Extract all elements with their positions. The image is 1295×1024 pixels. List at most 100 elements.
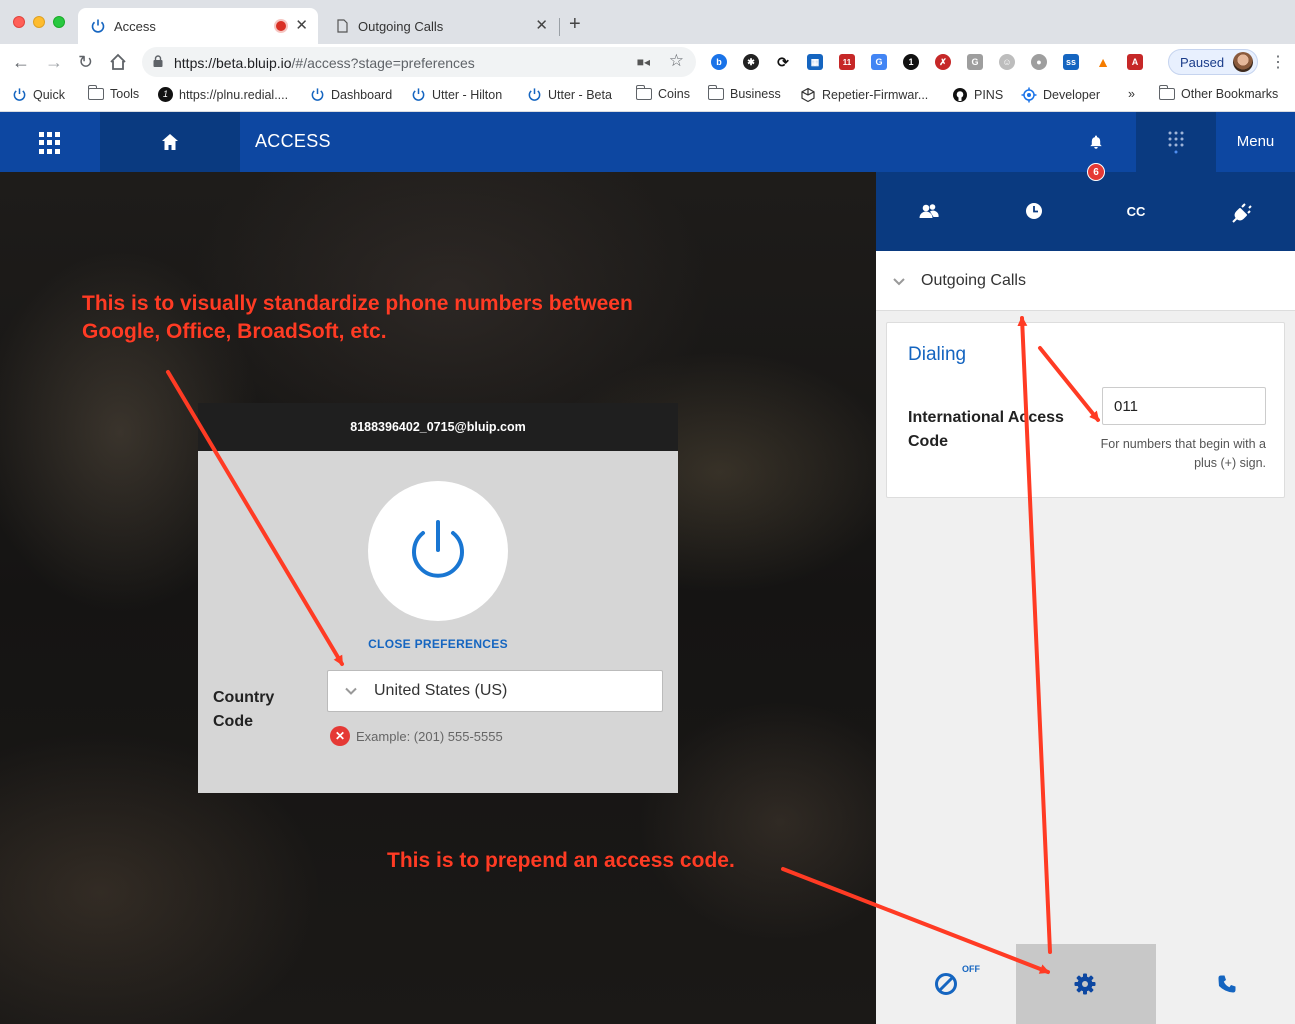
tab-divider [559,18,560,36]
bookmark-tools[interactable]: Tools [87,85,139,101]
bookmark-dashboard[interactable]: Dashboard [310,87,392,102]
close-tab-icon[interactable]: ✕ [295,16,308,34]
number-1-icon: 1 [158,87,173,102]
document-icon [337,19,348,33]
extension-css-icon[interactable]: ss [1063,54,1079,70]
back-arrow-icon[interactable]: ← [12,52,30,72]
bookmarks-bar: Quick Tools 1 https://plnu.redial.... Da… [0,80,1295,112]
outgoing-calls-header[interactable]: Outgoing Calls [876,251,1295,311]
folder-icon [635,85,652,100]
dialing-card: Dialing International Access Code For nu… [886,322,1285,498]
tab-history[interactable] [980,172,1084,251]
more-menu-icon[interactable]: ⋮ [1270,52,1286,72]
phone-format-example: ✕ Example: (201) 555-5555 [330,726,503,746]
bookmark-utter-hilton[interactable]: Utter - Hilton [411,87,502,102]
dnd-state: OFF [962,964,980,974]
bookmark-other-bookmarks[interactable]: Other Bookmarks [1158,85,1278,101]
power-button[interactable] [368,481,508,621]
extension-g-icon[interactable]: G [967,54,983,70]
extension-gear-icon[interactable]: ✱ [743,54,759,70]
bookmark-coins[interactable]: Coins [635,85,690,101]
address-bar[interactable]: https://beta.bluip.io/#/access?stage=pre… [142,47,696,77]
apps-grid-button[interactable] [0,112,100,172]
tab-access[interactable]: Access ✕ [78,8,318,44]
close-window-button[interactable] [13,16,25,28]
grid-icon [39,132,61,154]
extension-circle-icon[interactable]: ● [1031,54,1047,70]
tab-outgoing-calls[interactable]: Outgoing Calls ✕ [322,8,558,44]
extension-badge: 11 [842,58,852,67]
reload-icon[interactable]: ↻ [78,52,93,72]
bookmark-quick[interactable]: Quick [12,87,65,102]
extension-translate-icon[interactable]: G [871,54,887,70]
extension-grid-icon[interactable]: ▦ [807,54,823,70]
gear-icon [1074,973,1096,995]
menu-button[interactable]: Menu [1216,112,1295,172]
bookmarks-overflow-button[interactable]: » [1128,87,1135,101]
home-button[interactable] [100,112,240,172]
dialpad-button[interactable] [1136,112,1216,172]
bookmark-label: Utter - Beta [548,87,612,102]
maximize-window-button[interactable] [53,16,65,28]
overflow-icon: » [1128,87,1135,101]
phone-button[interactable] [1156,944,1295,1024]
bookmark-plnu[interactable]: 1 https://plnu.redial.... [158,87,288,102]
bookmark-star-icon[interactable]: ☆ [669,51,684,71]
tab-integrations[interactable] [1188,172,1292,251]
do-not-disturb-button[interactable]: OFF [876,944,1016,1024]
recording-icon [276,21,286,31]
panel-tab-bar: CC [876,172,1295,251]
tab-cc[interactable]: CC [1084,172,1188,251]
power-icon [528,88,541,101]
extension-sync-icon[interactable]: ⟳ [775,54,791,70]
preferences-card: 8188396402_0715@bluip.com CLOSE PREFEREN… [198,403,678,793]
page-title: ACCESS [255,131,331,151]
bookmark-label: Utter - Hilton [432,87,503,102]
camera-icon[interactable]: ■◂ [637,55,650,69]
bookmark-label: Business [730,87,781,101]
url-path: /#/access?stage=preferences [291,55,475,71]
tab-contacts[interactable] [876,172,980,251]
new-tab-button[interactable]: + [569,14,581,34]
bookmark-pins[interactable]: PINS [952,87,1003,103]
profile-button[interactable]: Paused [1168,49,1258,75]
extension-pdf-icon[interactable]: A [1127,54,1143,70]
settings-button[interactable] [1016,944,1156,1024]
extension-cone-icon[interactable]: ▲ [1095,54,1111,70]
extension-1-icon[interactable]: 1 [903,54,919,70]
home-icon[interactable] [109,53,127,71]
browser-tab-bar: Access ✕ Outgoing Calls ✕ + [0,0,1295,44]
annotation-standardize: This is to visually standardize phone nu… [82,292,633,343]
forward-arrow-icon[interactable]: → [45,52,63,72]
url-text: https://beta.bluip.io/#/access?stage=pre… [174,55,475,71]
bookmark-repetier[interactable]: Repetier-Firmwar... [800,87,928,103]
country-code-select[interactable]: United States (US) [327,670,663,712]
iac-input[interactable] [1102,387,1266,425]
bookmark-label: Repetier-Firmwar... [822,88,929,102]
extension-x-icon[interactable]: ✗ [935,54,951,70]
bookmark-label: Developer [1043,88,1100,102]
close-preferences-link[interactable]: CLOSE PREFERENCES [198,637,678,651]
folder-icon [707,85,724,100]
target-icon [1021,87,1037,103]
bookmark-business[interactable]: Business [707,85,781,101]
section-title: Outgoing Calls [921,272,1026,289]
power-icon [412,520,464,578]
bookmark-utter-beta[interactable]: Utter - Beta [527,87,612,102]
extension-face-icon[interactable]: ☺ [999,54,1015,70]
tab-title: Access [114,19,156,34]
avatar [1233,52,1253,72]
do-not-disturb-icon [935,973,957,995]
bookmark-developer[interactable]: Developer [1021,87,1100,103]
dialing-heading: Dialing [908,344,967,365]
country-code-label: Country Code [213,689,275,730]
chevron-down-icon [893,278,905,286]
power-icon [311,88,324,101]
close-tab-icon[interactable]: ✕ [535,16,548,34]
browser-toolbar: ← → ↻ https://beta.bluip.io/#/access?sta… [0,44,1295,80]
extension-b-icon[interactable]: b [711,54,727,70]
bookmark-label: Coins [658,87,690,101]
account-email: 8188396402_0715@bluip.com [198,403,678,451]
extension-calendar-icon[interactable]: 11 [839,54,855,70]
minimize-window-button[interactable] [33,16,45,28]
